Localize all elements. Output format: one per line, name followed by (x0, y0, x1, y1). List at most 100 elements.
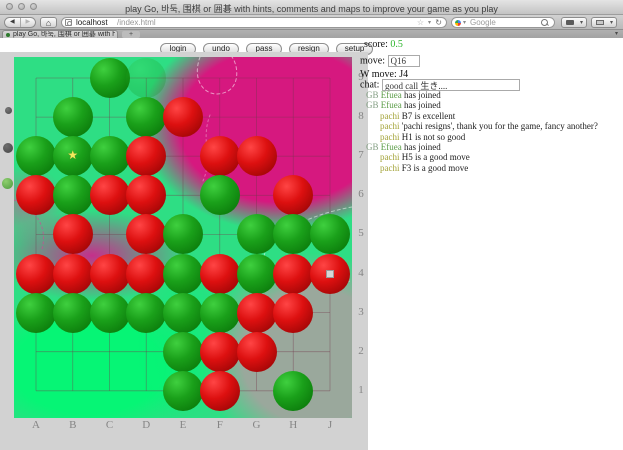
chat-username: Efuea (381, 100, 404, 110)
stone-E4[interactable] (163, 254, 203, 294)
tabs-icon (596, 20, 604, 25)
stone-F4[interactable] (200, 254, 240, 294)
column-label-E: E (176, 419, 190, 431)
search-placeholder: Google (470, 18, 496, 27)
chat-message: 'pachi resigns', thank you for the game,… (402, 121, 598, 131)
stone-G3[interactable] (237, 293, 277, 333)
turn-indicator-green (2, 178, 13, 189)
country-badge: GB (366, 90, 381, 100)
stone-C7[interactable] (90, 136, 130, 176)
stone-A7[interactable] (16, 136, 56, 176)
search-icon[interactable] (541, 19, 548, 26)
stone-F6[interactable] (200, 175, 240, 215)
stone-C3[interactable] (90, 293, 130, 333)
column-label-B: B (66, 419, 80, 431)
chat-log-line: pachi H5 is a good move (366, 152, 598, 162)
chat-log-line: pachi B7 is excellent (366, 111, 598, 121)
chat-username: pachi (380, 152, 402, 162)
stone-B7[interactable]: ★ (53, 136, 93, 176)
toolbar-extra-button-2[interactable]: ▾ (591, 17, 617, 28)
row-label-4: 4 (354, 267, 368, 279)
browser-toolbar: ◀ ▶ ⌂ localhost /index.html ☆ ▾ ↻ ▾ Goog… (0, 15, 623, 30)
chat-message: F3 is a good move (402, 163, 469, 173)
url-bar[interactable]: localhost /index.html ☆ ▾ ↻ (61, 17, 447, 28)
chat-log-line: pachi 'pachi resigns', thank you for the… (366, 121, 598, 131)
stone-E2[interactable] (163, 332, 203, 372)
stone-B8[interactable] (53, 97, 93, 137)
column-label-D: D (139, 419, 153, 431)
chat-message: has joined (404, 142, 441, 152)
column-label-C: C (103, 419, 117, 431)
bookmark-star-icon[interactable]: ☆ (417, 18, 424, 27)
stone-H3[interactable] (273, 293, 313, 333)
reload-icon[interactable]: ↻ (435, 18, 442, 27)
chat-username: Efuea (381, 142, 404, 152)
stone-A4[interactable] (16, 254, 56, 294)
chat-log-line: GB Efuea has joined (366, 100, 598, 110)
stone-C9[interactable] (90, 58, 130, 98)
stone-F2[interactable] (200, 332, 240, 372)
ghost-stone-D9[interactable] (126, 58, 166, 98)
search-engine-dropdown-icon[interactable]: ▾ (463, 19, 466, 26)
stone-G7[interactable] (237, 136, 277, 176)
stone-B6[interactable] (53, 175, 93, 215)
tab-bar: play Go, 바둑, 围棋 or 囲碁 with h... + ▾ (0, 30, 623, 38)
stone-A3[interactable] (16, 293, 56, 333)
row-label-1: 1 (354, 384, 368, 396)
search-engine-icon (455, 20, 461, 26)
home-icon[interactable]: ⌂ (40, 17, 57, 28)
board-frame: ★ ABCDEFGHJ987654321 (0, 52, 368, 450)
row-label-3: 3 (354, 306, 368, 318)
chat-message: B7 is excellent (402, 111, 456, 121)
capture-indicator-small (5, 107, 12, 114)
column-label-G: G (250, 419, 264, 431)
stone-F3[interactable] (200, 293, 240, 333)
stone-G4[interactable] (237, 254, 277, 294)
country-badge: GB (366, 100, 381, 110)
column-label-H: H (286, 419, 300, 431)
chat-message: has joined (404, 90, 441, 100)
column-label-J: J (323, 419, 337, 431)
stone-E3[interactable] (163, 293, 203, 333)
forward-icon[interactable]: ▶ (21, 18, 36, 27)
stone-B3[interactable] (53, 293, 93, 333)
stone-D4[interactable] (126, 254, 166, 294)
stone-D3[interactable] (126, 293, 166, 333)
stone-F7[interactable] (200, 136, 240, 176)
stone-C6[interactable] (90, 175, 130, 215)
tab-list-dropdown-icon[interactable]: ▾ (615, 30, 618, 38)
chat-log: GB Efuea has joinedGB Efuea has joinedpa… (366, 90, 598, 173)
chat-log-line: pachi H1 is not so good (366, 132, 598, 142)
go-board[interactable]: ★ (14, 57, 352, 418)
stone-F1[interactable] (200, 371, 240, 411)
tab-favicon-icon (6, 33, 10, 37)
stone-J4[interactable] (310, 254, 350, 294)
stone-B4[interactable] (53, 254, 93, 294)
stone-G2[interactable] (237, 332, 277, 372)
tab-play-go[interactable]: play Go, 바둑, 围棋 or 囲碁 with h... (2, 30, 118, 38)
last-move-star-marker: ★ (67, 148, 78, 162)
toolbar-extra-button-1[interactable]: ▾ (561, 17, 587, 28)
chat-username: Efuea (381, 90, 404, 100)
url-dropdown-icon[interactable]: ▾ (428, 19, 431, 27)
back-icon[interactable]: ◀ (5, 18, 21, 27)
tab-title: play Go, 바둑, 围棋 or 囲碁 with h... (13, 31, 115, 39)
url-path: /index.html (117, 18, 156, 27)
stone-E1[interactable] (163, 371, 203, 411)
row-label-5: 5 (354, 227, 368, 239)
new-tab-button[interactable]: + (122, 31, 140, 38)
stone-G5[interactable] (237, 214, 277, 254)
stone-H1[interactable] (273, 371, 313, 411)
search-input[interactable]: ▾ Google (451, 17, 555, 28)
stone-E8[interactable] (163, 97, 203, 137)
chevron-down-icon: ▾ (580, 19, 583, 26)
stone-C4[interactable] (90, 254, 130, 294)
territory-contour-top (197, 57, 236, 94)
nav-button-group: ◀ ▶ (4, 17, 36, 28)
site-favicon-icon (65, 19, 72, 26)
move-input[interactable] (388, 55, 420, 67)
stone-H4[interactable] (273, 254, 313, 294)
stone-B5[interactable] (53, 214, 93, 254)
chat-label: chat: (360, 79, 379, 90)
row-label-2: 2 (354, 345, 368, 357)
